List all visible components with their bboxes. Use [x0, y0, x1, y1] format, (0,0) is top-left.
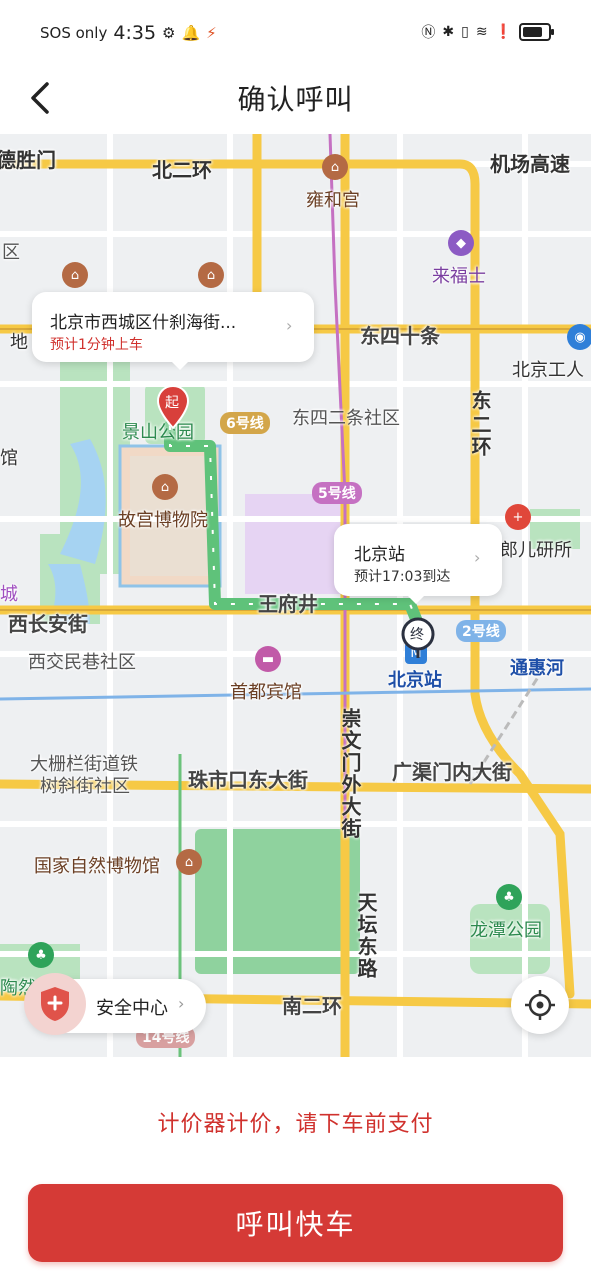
crosshair-icon: [525, 990, 555, 1020]
map-label: 城: [0, 584, 18, 605]
map-label: 东: [468, 390, 492, 412]
status-right: Ⓝ ✱ ▯ ≋ ❗: [421, 22, 554, 42]
vibrate-icon: ▯: [461, 24, 469, 40]
alert-icon: ❗: [494, 24, 512, 40]
battery-icon: [519, 23, 554, 41]
chevron-right-icon: ›: [178, 994, 185, 1013]
hotel-icon: ▬: [255, 646, 281, 672]
gear-icon: ⚙: [162, 24, 176, 42]
start-marker: 起: [156, 384, 190, 436]
map-label: 树斜街社区: [40, 776, 130, 797]
map-label: 西交民巷社区: [28, 652, 136, 673]
bluetooth-icon: ✱: [442, 24, 455, 40]
map-label: 机场高速: [490, 152, 570, 176]
pickup-address: 北京市西城区什刹海街...: [50, 313, 237, 333]
metro-line-badge: 5号线: [312, 482, 362, 504]
map-label: 故宫博物院: [118, 510, 208, 531]
map-label: 国家自然博物馆: [34, 856, 160, 877]
destination-name: 北京站: [354, 545, 405, 565]
status-left: SOS only 4:35 ⚙ 🔔 ⚡: [40, 22, 217, 44]
pickup-callout[interactable]: 北京市西城区什刹海街... 预计1分钟上车 ›: [32, 292, 314, 370]
map-label: 北京工人: [512, 360, 584, 381]
park-icon: ♣: [496, 884, 522, 910]
map-label: 珠市口东大街: [188, 768, 308, 792]
locate-button[interactable]: [511, 976, 569, 1034]
chevron-right-icon: ›: [286, 316, 293, 335]
map-label: 北二环: [152, 158, 212, 182]
bell-icon: 🔔: [181, 24, 201, 42]
map-label: 雍和宫: [306, 190, 360, 211]
map-label: 龙潭公园: [470, 920, 542, 941]
metro-line-badge: 2号线: [456, 620, 506, 642]
header: 确认呼叫: [0, 66, 591, 134]
map-view[interactable]: ⌂ ◆ ⌂ ⌂ ◉ ⌂ + ▬ ⌂ ♣ ♣ M 德胜门 北二环 机场高速 雍和宫…: [0, 134, 591, 1057]
map-label: 馆: [0, 448, 18, 469]
map-label: 德胜门: [0, 148, 56, 172]
map-label: 来福士: [432, 266, 486, 287]
map-label: 南二环: [282, 994, 342, 1018]
chevron-right-icon: ›: [474, 548, 481, 567]
map-label: 郎儿研所: [500, 540, 572, 561]
safety-center-button[interactable]: 安全中心 ›: [24, 973, 206, 1035]
museum-icon: ⌂: [176, 849, 202, 875]
shopping-icon: ◆: [448, 230, 474, 256]
map-label: 广渠门内大街: [392, 760, 512, 784]
temple-icon: ⌂: [322, 154, 348, 180]
pickup-eta: 预计1分钟上车: [50, 337, 143, 353]
map-label: 西长安街: [8, 612, 88, 636]
map-label: 区: [2, 242, 20, 263]
carrier-text: SOS only: [40, 24, 108, 42]
runner-icon: ⚡: [206, 24, 217, 42]
end-marker-label: 终: [410, 627, 424, 643]
map-label: 天坛东路: [354, 892, 378, 980]
map-label: 王府井: [258, 592, 318, 616]
clock: 4:35: [113, 22, 157, 44]
metro-line-badge: 6号线: [220, 412, 270, 434]
map-label: 东四十条: [360, 324, 440, 348]
wifi-icon: ≋: [475, 24, 488, 40]
status-bar: SOS only 4:35 ⚙ 🔔 ⚡ Ⓝ ✱ ▯ ≋ ❗: [0, 0, 591, 66]
payment-notice: 计价器计价，请下车前支付: [157, 1112, 434, 1137]
nfc-icon: Ⓝ: [421, 25, 436, 41]
destination-callout[interactable]: 北京站 预计17:03到达 ›: [334, 524, 502, 604]
museum-icon: ⌂: [152, 474, 178, 500]
hospital-icon: +: [505, 504, 531, 530]
map-label: 北京站: [388, 670, 442, 691]
destination-eta: 预计17:03到达: [354, 569, 451, 585]
page-title: 确认呼叫: [237, 83, 354, 116]
start-marker-label: 起: [165, 395, 179, 411]
map-label: 通惠河: [510, 658, 564, 679]
map-label: 地: [10, 332, 28, 353]
stadium-icon: ◉: [567, 324, 591, 350]
map-label: 首都宾馆: [230, 682, 302, 703]
end-marker: 终: [400, 616, 436, 664]
safety-center-label: 安全中心: [96, 998, 168, 1019]
map-label: 二环: [468, 414, 492, 458]
call-express-button[interactable]: 呼叫快车: [28, 1184, 563, 1262]
temple-icon: ⌂: [198, 262, 224, 288]
map-label: 崇文门外大街: [338, 708, 362, 840]
park-icon: ♣: [28, 942, 54, 968]
map-label: 东四二条社区: [292, 408, 400, 429]
temple-icon: ⌂: [62, 262, 88, 288]
shield-icon: [24, 973, 86, 1035]
